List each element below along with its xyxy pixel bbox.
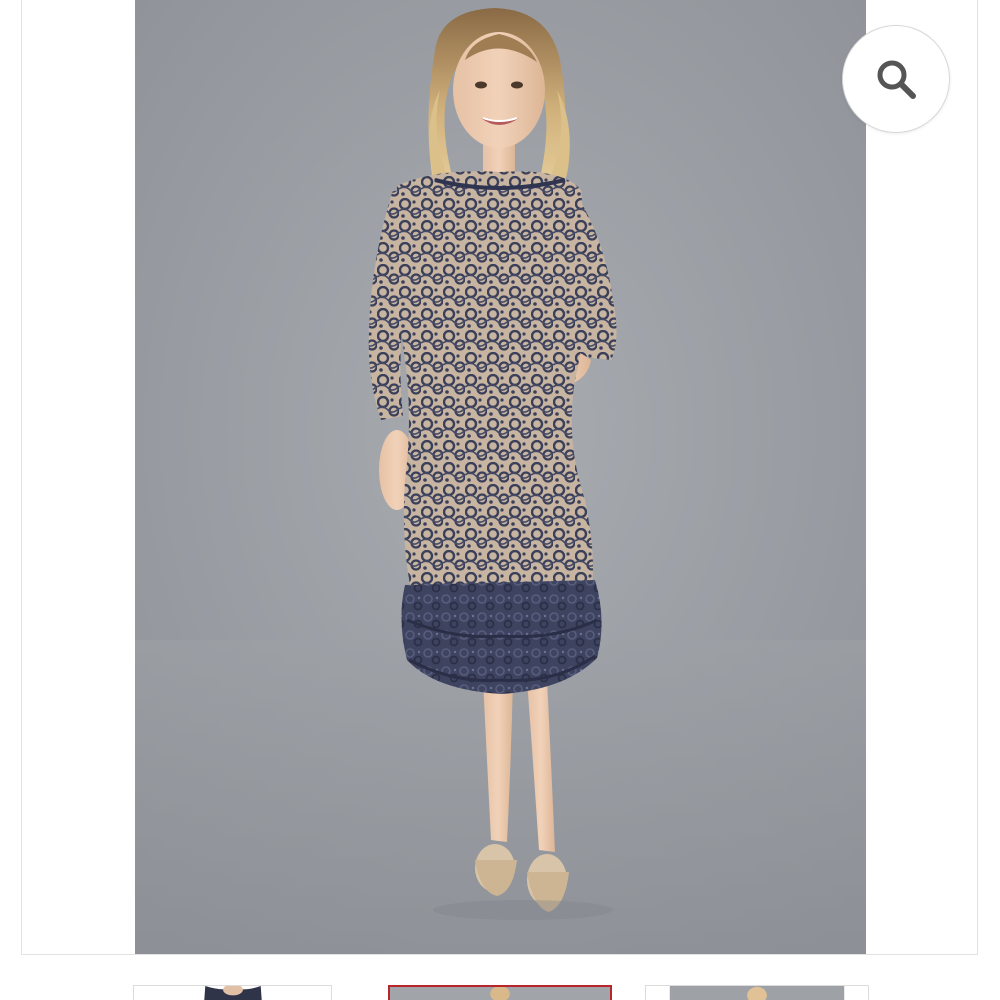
thumbnail-3[interactable]	[645, 985, 869, 1000]
main-product-image[interactable]	[135, 0, 866, 954]
zoom-button[interactable]	[842, 25, 950, 133]
search-icon	[877, 60, 916, 99]
thumbnail-2-selected[interactable]	[388, 985, 612, 1000]
product-gallery-page	[0, 0, 1000, 1000]
thumbnail-1[interactable]	[133, 985, 332, 1000]
